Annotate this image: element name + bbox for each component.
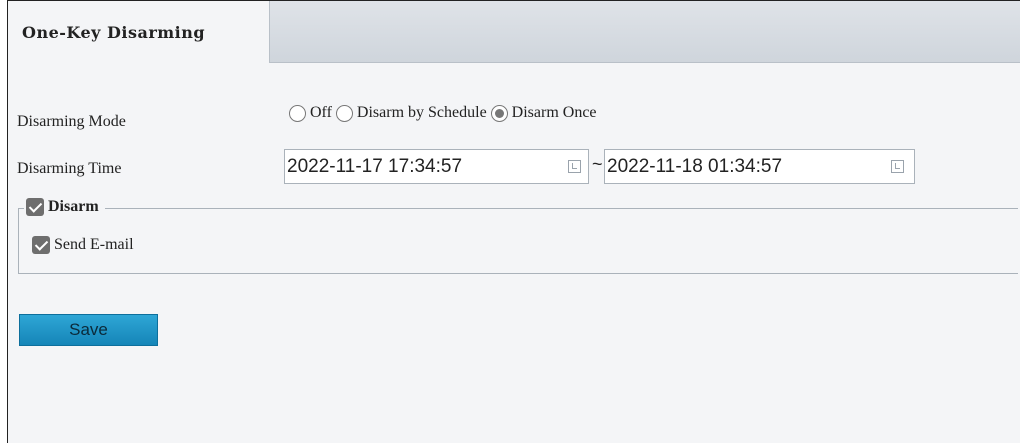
disarm-label: Disarm [48,198,99,215]
radio-disarm-by-schedule-button[interactable] [335,104,353,122]
start-time-value: 2022-11-17 17:34:57 [287,156,463,177]
radio-off-button[interactable] [289,104,306,122]
radio-off-label: Off [310,104,332,121]
send-email-checkbox[interactable] [32,236,50,254]
disarm-fieldset [18,208,1018,274]
tab-one-key-disarming[interactable]: One-Key Disarming [8,1,270,63]
disarm-checkbox[interactable] [26,198,44,216]
calendar-icon[interactable] [891,160,904,173]
disarming-mode-label: Disarming Mode [17,113,126,130]
start-time-input[interactable]: 2022-11-17 17:34:57 [284,149,589,184]
radio-option-disarm-once[interactable]: Disarm Once [490,104,597,122]
disarming-time-label: Disarming Time [17,160,122,177]
end-time-input[interactable]: 2022-11-18 01:34:57 [604,149,915,184]
disarming-mode-radio-group: Off Disarm by Schedule Disarm Once [289,104,601,122]
radio-option-off[interactable]: Off [289,104,332,122]
time-range-separator: ~ [592,154,603,174]
radio-option-disarm-by-schedule[interactable]: Disarm by Schedule [335,104,487,122]
end-time-value: 2022-11-18 01:34:57 [607,156,783,177]
radio-disarm-once-button[interactable] [490,104,508,122]
send-email-option[interactable]: Send E-mail [32,236,134,254]
radio-disarm-once-label: Disarm Once [511,104,597,121]
tab-label: One-Key Disarming [22,23,206,42]
calendar-icon[interactable] [568,160,581,173]
send-email-label: Send E-mail [54,236,134,253]
tab-bar: One-Key Disarming [8,1,1020,63]
radio-disarm-by-schedule-label: Disarm by Schedule [356,104,487,121]
disarm-legend: Disarm [24,198,105,216]
save-button[interactable]: Save [19,314,158,346]
